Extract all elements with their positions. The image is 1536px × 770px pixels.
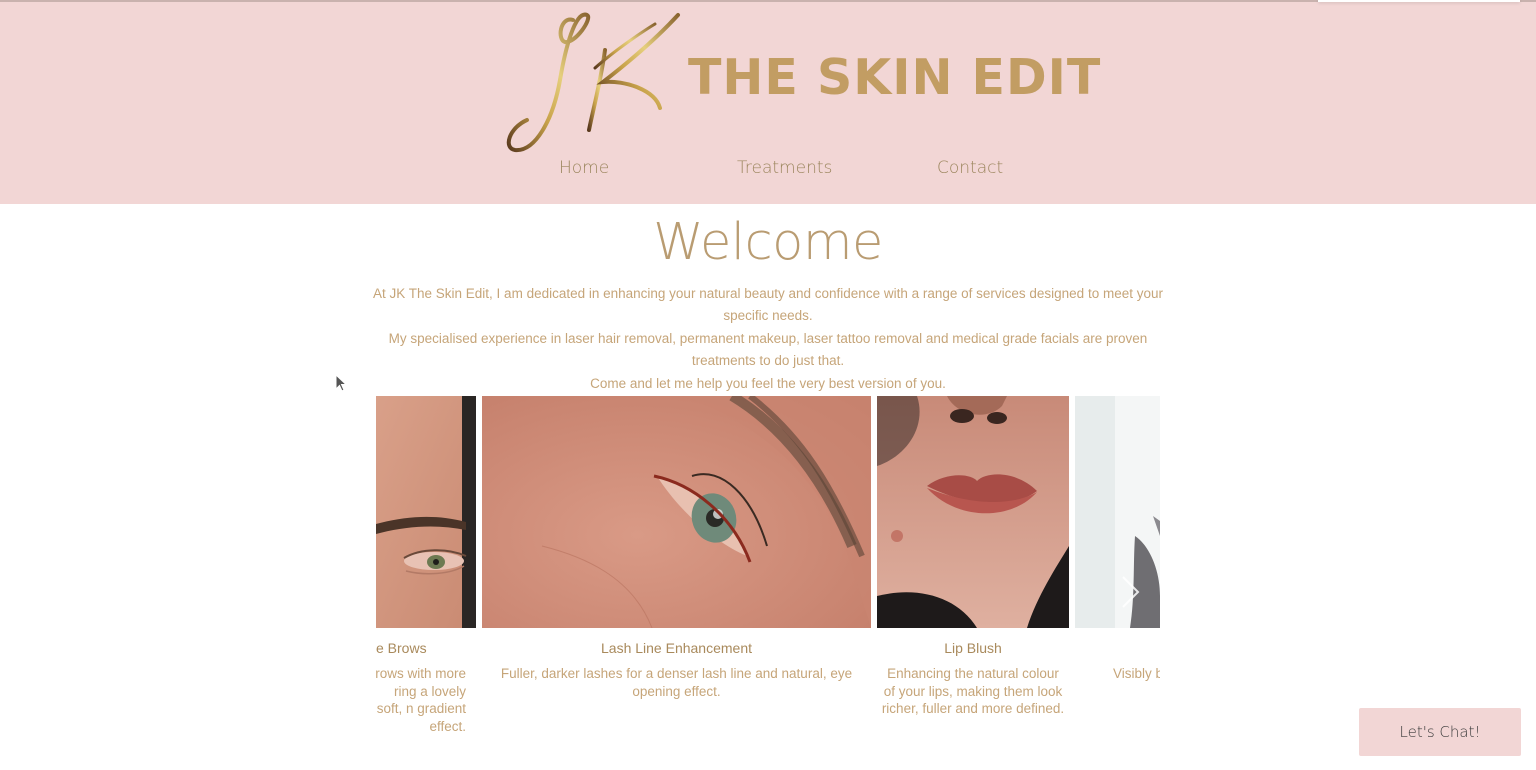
slide-description: Enhancing the natural colour of your lip… [881, 666, 1065, 717]
treatment-gallery: e Brows brows with more ring a lovely so… [376, 396, 1160, 736]
welcome-title: Welcome [653, 213, 883, 272]
slide-description: brows with more ring a lovely soft, n gr… [376, 666, 466, 734]
lets-chat-button[interactable]: Let's Chat! [1359, 708, 1521, 756]
site-header: THE SKIN EDIT Home Treatments Contact [0, 0, 1536, 204]
brand-name[interactable]: THE SKIN EDIT [688, 46, 1101, 110]
lash-line-image[interactable] [482, 396, 871, 628]
slide-title: e Brows [376, 640, 427, 656]
treatment-image[interactable] [1075, 396, 1160, 628]
intro-paragraph: At JK The Skin Edit, I am dedicated in e… [373, 286, 1163, 324]
slide-description: Visibly br [1113, 666, 1160, 681]
slide-description: Fuller, darker lashes for a denser lash … [500, 666, 853, 699]
top-border [0, 0, 1536, 2]
intro-paragraph: Come and let me help you feel the very b… [590, 375, 946, 391]
main-nav: Home Treatments Contact [0, 152, 1536, 188]
intro-text: At JK The Skin Edit, I am dedicated in e… [372, 283, 1164, 395]
jk-monogram-logo[interactable] [505, 10, 683, 156]
nav-item-treatments[interactable]: Treatments [737, 158, 832, 178]
slide-title: Lip Blush [944, 640, 1002, 656]
nav-item-home[interactable]: Home [559, 158, 609, 178]
nav-item-contact[interactable]: Contact [937, 158, 1003, 178]
slide-title: Lash Line Enhancement [601, 640, 752, 656]
chevron-right-icon[interactable] [1120, 574, 1142, 610]
mouse-cursor-icon [335, 374, 348, 392]
lip-blush-image[interactable] [877, 396, 1069, 628]
chat-top-tab [1318, 0, 1520, 2]
intro-paragraph: My specialised experience in laser hair … [388, 330, 1148, 369]
brows-image[interactable] [376, 396, 476, 628]
